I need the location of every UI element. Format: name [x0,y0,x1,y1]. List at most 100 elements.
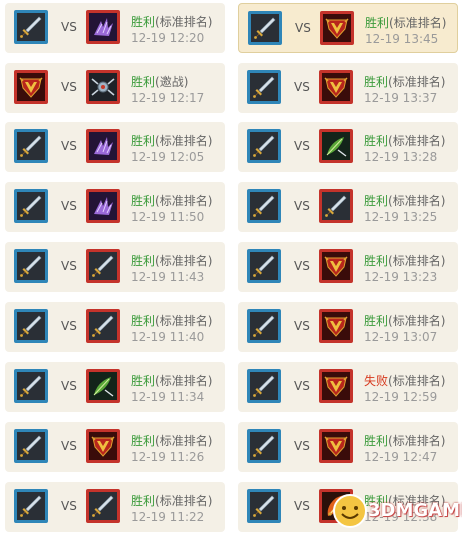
result-text: 胜利 [364,134,389,148]
match-card[interactable]: VS 胜利(邀战) 12-19 12:17 [5,63,225,113]
vs-label: VS [294,199,310,213]
horde-crest-icon [319,369,353,403]
result-text: 胜利 [131,314,156,328]
match-result: 胜利(标准排名) [131,132,212,149]
match-result: 胜利(标准排名) [131,13,212,30]
sword-icon [14,429,48,463]
sword-icon [247,249,281,283]
match-result: 胜利(标准排名) [131,312,212,329]
match-card[interactable]: VS 失败(标准排名) 12-19 12:59 [238,362,458,412]
match-mode: (标准排名) [155,434,213,448]
match-time: 12-19 11:43 [131,270,205,284]
vs-label: VS [294,499,310,513]
horde-crest-icon [319,70,353,104]
result-text: 胜利 [131,15,156,29]
purple-claw-icon [86,189,120,223]
match-card[interactable]: VS 胜利(标准排名) 12-19 13:28 [238,122,458,172]
vs-label: VS [294,259,310,273]
match-mode: (标准排名) [388,254,446,268]
match-mode: (标准排名) [389,16,447,30]
match-mode: (邀战) [155,75,189,89]
match-result: 胜利(标准排名) [364,73,445,90]
vs-label: VS [61,199,77,213]
match-card[interactable]: VS 胜利(标准排名) 12-19 11:22 [5,482,225,532]
match-card[interactable]: VS 胜利(标准排名) 12-19 11:43 [5,242,225,292]
match-card[interactable]: VS 胜利(标准排名) 12-19 11:50 [5,182,225,232]
vs-label: VS [294,139,310,153]
vs-label: VS [61,439,77,453]
match-card[interactable]: VS 胜利(标准排名) 12-19 11:34 [5,362,225,412]
match-result: 胜利(标准排名) [364,132,445,149]
sword-icon [86,489,120,523]
match-mode: (标准排名) [388,134,446,148]
result-text: 胜利 [365,16,390,30]
match-time: 12-19 11:34 [131,390,205,404]
result-text: 胜利 [131,374,156,388]
vs-label: VS [294,80,310,94]
vs-label: VS [294,439,310,453]
match-card[interactable]: VS 胜利(标准排名) 12-19 11:26 [5,422,225,472]
match-card[interactable]: VS 胜利(标准排名) 12-19 11:40 [5,302,225,352]
mech-spider-icon [86,70,120,104]
match-card[interactable]: VS 胜利(标准排名) 12-19 12:20 [5,3,225,53]
purple-claw-icon [86,129,120,163]
vs-label: VS [61,379,77,393]
horde-crest-icon [319,249,353,283]
horde-crest-icon [14,70,48,104]
match-result: 胜利(标准排名) [131,432,212,449]
vs-label: VS [61,80,77,94]
match-result: 胜利(标准排名) [131,372,212,389]
match-card[interactable]: VS 胜利(标准排名) 12-19 13:23 [238,242,458,292]
match-time: 12-19 12:05 [131,150,205,164]
result-text: 胜利 [364,314,389,328]
match-time: 12-19 11:22 [131,510,205,524]
match-result: 胜利(标准排名) [131,252,212,269]
horde-crest-icon [320,11,354,45]
sword-icon [14,309,48,343]
match-card[interactable]: VS 胜利(标准排名) 12-19 13:25 [238,182,458,232]
result-text: 胜利 [364,434,389,448]
sword-icon [247,129,281,163]
result-text: 胜利 [131,254,156,268]
match-mode: (标准排名) [388,194,446,208]
match-mode: (标准排名) [155,374,213,388]
result-text: 胜利 [364,194,389,208]
match-mode: (标准排名) [155,134,213,148]
match-result: 胜利(邀战) [131,73,188,90]
sword-icon [86,309,120,343]
match-card[interactable]: VS 胜利(标准排名) 12-19 13:07 [238,302,458,352]
match-mode: (标准排名) [155,15,213,29]
vs-label: VS [294,319,310,333]
match-result: 胜利(标准排名) [131,192,212,209]
match-result: 胜利(标准排名) [364,312,445,329]
vs-label: VS [61,259,77,273]
sword-icon [247,189,281,223]
match-mode: (标准排名) [155,194,213,208]
horde-crest-icon [319,429,353,463]
sword-icon [86,249,120,283]
match-card[interactable]: VS 胜利(标准排名) 12-19 13:45 [238,3,458,53]
match-time: 12-19 13:23 [364,270,438,284]
sword-icon [14,10,48,44]
match-time: 12-19 11:50 [131,210,205,224]
sword-icon [14,369,48,403]
sword-icon [319,189,353,223]
result-text: 胜利 [364,254,389,268]
match-time: 12-19 13:28 [364,150,438,164]
result-text: 胜利 [131,194,156,208]
result-text: 胜利 [364,75,389,89]
match-mode: (标准排名) [155,254,213,268]
watermark-logo: 3DMGAME [330,490,462,532]
match-result: 胜利(标准排名) [365,14,446,31]
match-card[interactable]: VS 胜利(标准排名) 12-19 13:37 [238,63,458,113]
match-card[interactable]: VS 胜利(标准排名) 12-19 12:47 [238,422,458,472]
match-result: 胜利(标准排名) [364,432,445,449]
match-result: 胜利(标准排名) [131,492,212,509]
match-card[interactable]: VS 胜利(标准排名) 12-19 12:05 [5,122,225,172]
match-result: 失败(标准排名) [364,372,445,389]
match-result: 胜利(标准排名) [364,252,445,269]
sword-icon [247,489,281,523]
green-leaf-icon [86,369,120,403]
match-time: 12-19 13:45 [365,32,439,46]
match-time: 12-19 12:47 [364,450,438,464]
